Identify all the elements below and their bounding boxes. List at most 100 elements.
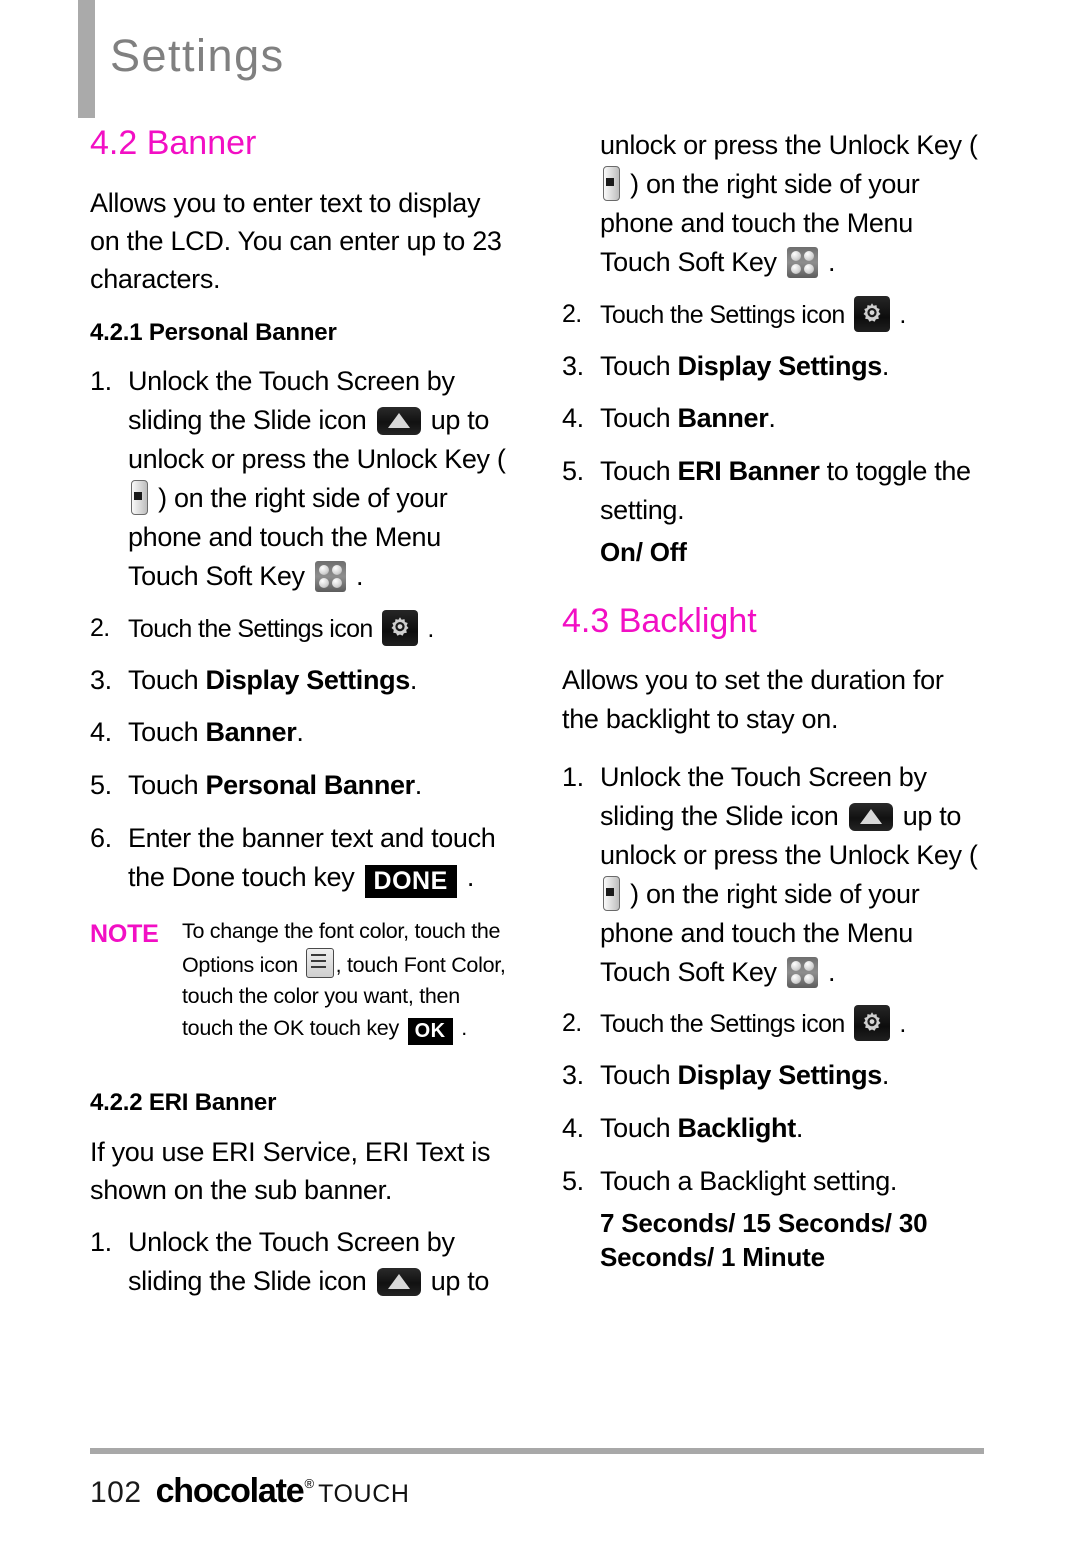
footer-divider	[90, 1448, 984, 1454]
step-emphasis: Backlight	[677, 1113, 796, 1144]
note-label: NOTE	[90, 920, 159, 949]
section-heading-banner: 4.2 Banner	[90, 124, 257, 162]
step-text: Touch the Settings icon	[600, 300, 852, 329]
step-text: .	[414, 770, 423, 801]
step-text: .	[459, 862, 475, 893]
right-column: unlock or press the Unlock Key ( ) on th…	[562, 126, 982, 1289]
step-text: Touch a Backlight setting.	[600, 1166, 898, 1197]
step-item: 1. Unlock the Touch Screen by sliding the…	[90, 362, 510, 595]
banner-intro-paragraph: Allows you to enter text to display on t…	[90, 187, 502, 295]
step-item: 6. Enter the banner text and touch the Do…	[90, 819, 510, 899]
step-text: Touch the Settings icon	[128, 614, 380, 643]
step-item: 3. Touch Display Settings.	[562, 1056, 982, 1095]
slide-up-icon	[848, 803, 893, 832]
step-text: Touch	[600, 403, 678, 434]
step-number: 4.	[562, 1113, 584, 1144]
step-number: 4.	[562, 403, 584, 434]
step-number: 5.	[90, 770, 112, 801]
eri-banner-steps-start: 1. Unlock the Touch Screen by sliding the…	[90, 1223, 510, 1301]
header-accent-bar	[78, 0, 95, 118]
step-text: .	[795, 1113, 804, 1144]
unlock-key-icon	[603, 165, 620, 201]
step-item: 1. Unlock the Touch Screen by sliding the…	[90, 1223, 510, 1301]
step-text: Touch the Settings icon	[600, 1010, 852, 1039]
slide-up-icon	[376, 1268, 421, 1297]
step-text: Touch	[600, 456, 678, 487]
step-text: .	[820, 956, 836, 987]
step-item: 2. Touch the Settings icon .	[90, 609, 510, 647]
step-item: 4. Touch Banner.	[90, 713, 510, 752]
step-number: 6.	[90, 823, 112, 854]
step-number: 2.	[562, 299, 582, 328]
step-item: 2. Touch the Settings icon .	[562, 295, 982, 333]
backlight-intro-paragraph: Allows you to set the duration for the b…	[562, 665, 944, 734]
eri-banner-steps-continued: 2. Touch the Settings icon . 3. Touch Disp…	[562, 295, 982, 570]
step-text: .	[881, 1060, 890, 1091]
step-number: 3.	[90, 664, 112, 695]
step-emphasis: Display Settings	[677, 350, 882, 381]
step-number: 1.	[90, 1227, 112, 1258]
step-text: Touch	[600, 350, 678, 381]
step-number: 3.	[562, 350, 584, 381]
left-column: 4.2 Banner Allows you to enter text to d…	[90, 124, 510, 1315]
step-item: 3. Touch Display Settings.	[562, 347, 982, 386]
subsection-heading-personal-banner: 4.2.1 Personal Banner	[90, 318, 337, 346]
step-text: .	[893, 1010, 906, 1039]
step-text: Touch	[128, 770, 206, 801]
subsection-heading-eri-banner: 4.2.2 ERI Banner	[90, 1089, 277, 1117]
step-emphasis: ERI Banner	[677, 456, 820, 487]
step-emphasis: Banner	[677, 403, 769, 434]
step-emphasis: Banner	[205, 717, 297, 748]
step-number: 4.	[90, 717, 112, 748]
setting-options-on-off: On/ Off	[600, 537, 687, 567]
registered-mark-icon: ®	[304, 1476, 315, 1491]
step-item: 2. Touch the Settings icon .	[562, 1005, 982, 1042]
step-item: 5. Touch ERI Banner to toggle the setting…	[562, 452, 982, 570]
step-text: unlock or press the Unlock Key (	[600, 130, 978, 160]
step-item: 4. Touch Banner.	[562, 399, 982, 438]
step-text: .	[296, 717, 304, 748]
page-number: 102	[90, 1476, 142, 1509]
personal-banner-steps: 1. Unlock the Touch Screen by sliding the…	[90, 362, 510, 899]
eri-banner-intro: If you use ERI Service, ERI Text is show…	[90, 1136, 491, 1206]
step-number: 1.	[562, 762, 584, 793]
step-text: Touch	[128, 717, 206, 748]
section-heading-backlight: 4.3 Backlight	[562, 601, 757, 640]
step-continuation: unlock or press the Unlock Key ( ) on th…	[562, 126, 982, 282]
step-text: .	[409, 664, 418, 695]
step-number: 5.	[562, 456, 584, 487]
step-item: 5. Touch Personal Banner.	[90, 766, 510, 805]
step-item: 3. Touch Display Settings.	[90, 661, 510, 700]
menu-soft-key-icon	[314, 560, 346, 592]
step-emphasis: Display Settings	[205, 664, 410, 695]
step-text: ) on the right side of your phone and to…	[600, 878, 920, 987]
step-item: 5. Touch a Backlight setting. 7 Seconds/ …	[562, 1162, 982, 1274]
setting-options-backlight-durations: 7 Seconds/ 15 Seconds/ 30 Seconds/ 1 Min…	[600, 1208, 928, 1272]
step-text: Touch	[600, 1113, 678, 1144]
page-header: Settings	[0, 0, 1080, 120]
ok-touch-key[interactable]: OK	[407, 1017, 453, 1046]
step-emphasis: Display Settings	[677, 1060, 882, 1091]
brand-name: chocolate	[155, 1472, 305, 1510]
done-touch-key[interactable]: DONE	[364, 865, 457, 899]
step-text: up to	[423, 1266, 490, 1297]
step-item: 4. Touch Backlight.	[562, 1109, 982, 1148]
step-text: .	[893, 300, 906, 329]
menu-soft-key-icon	[786, 956, 818, 988]
step-text: Touch	[128, 664, 206, 695]
options-list-icon	[305, 947, 334, 978]
step-item: 1. Unlock the Touch Screen by sliding the…	[562, 758, 982, 991]
step-text: Touch	[600, 1060, 678, 1091]
step-text: ) on the right side of your phone and to…	[128, 482, 448, 591]
step-number: 1.	[90, 366, 112, 397]
step-number: 3.	[562, 1060, 584, 1091]
settings-gear-icon	[382, 609, 419, 646]
unlock-key-icon	[131, 479, 148, 515]
settings-gear-icon	[854, 1005, 891, 1042]
step-number: 2.	[90, 613, 110, 642]
step-text: .	[348, 560, 364, 591]
footer-content: 102 chocolate® TOUCH	[90, 1472, 990, 1511]
backlight-steps: 1. Unlock the Touch Screen by sliding the…	[562, 758, 982, 1274]
page-footer: 102 chocolate® TOUCH	[90, 1448, 990, 1511]
step-text: .	[881, 350, 890, 381]
